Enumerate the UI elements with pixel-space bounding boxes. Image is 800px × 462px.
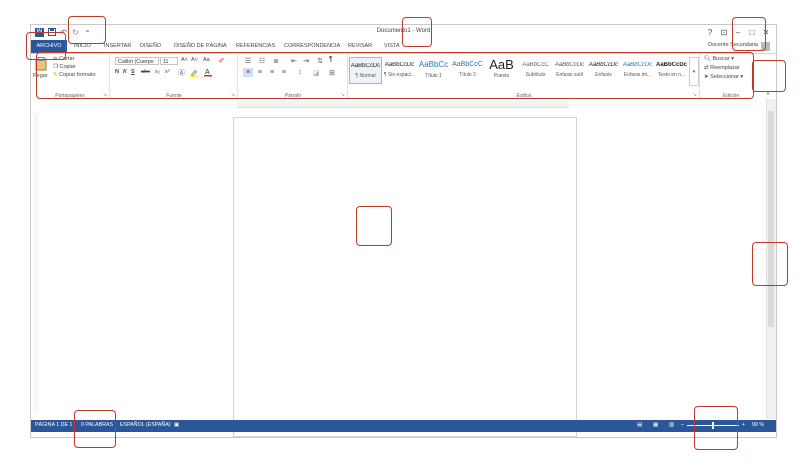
horizontal-ruler[interactable] — [237, 101, 569, 108]
scrollbar-thumb[interactable] — [768, 111, 774, 327]
vertical-ruler[interactable] — [33, 113, 39, 413]
annotation-box-word-count — [74, 410, 116, 448]
zoom-level[interactable]: 90 % — [752, 422, 764, 428]
zoom-in-button[interactable]: + — [742, 422, 745, 428]
tab-review[interactable]: REVISAR — [345, 41, 375, 52]
macro-record-icon[interactable]: ▣ — [174, 422, 179, 428]
collapse-ribbon-icon[interactable]: ˄ — [764, 91, 772, 99]
help-button[interactable]: ? — [703, 26, 717, 38]
tab-mailings[interactable]: CORRESPONDENCIA — [281, 41, 343, 52]
annotation-box-title — [402, 17, 432, 47]
print-layout-icon[interactable]: ▦ — [653, 422, 658, 428]
annotation-box-scrollbar — [752, 242, 788, 286]
annotation-box-ribbon — [36, 52, 754, 99]
annotation-box-ribbon-right — [752, 60, 786, 92]
document-page[interactable] — [233, 117, 577, 437]
status-bar: PÁGINA 1 DE 1 0 PALABRAS ESPAÑOL (ESPAÑA… — [31, 420, 776, 432]
tab-page-layout[interactable]: DISEÑO DE PÁGINA — [171, 41, 230, 52]
annotation-box-quick-access — [68, 16, 106, 44]
annotation-box-document — [356, 206, 392, 246]
annotation-box-window-controls — [732, 17, 766, 51]
page-count[interactable]: PÁGINA 1 DE 1 — [35, 422, 72, 428]
zoom-out-button[interactable]: – — [681, 422, 684, 428]
tab-insert[interactable]: INSERTAR — [101, 41, 134, 52]
read-mode-icon[interactable]: ▤ — [637, 422, 642, 428]
ribbon-display-options-button[interactable]: ⊡ — [717, 26, 731, 38]
web-layout-icon[interactable]: ▥ — [669, 422, 674, 428]
language-indicator[interactable]: ESPAÑOL (ESPAÑA) — [120, 422, 171, 428]
tab-references[interactable]: REFERENCIAS — [233, 41, 278, 52]
tab-view[interactable]: VISTA — [381, 41, 403, 52]
tab-design[interactable]: DISEÑO — [137, 41, 164, 52]
annotation-box-zoom-slider — [694, 406, 738, 450]
